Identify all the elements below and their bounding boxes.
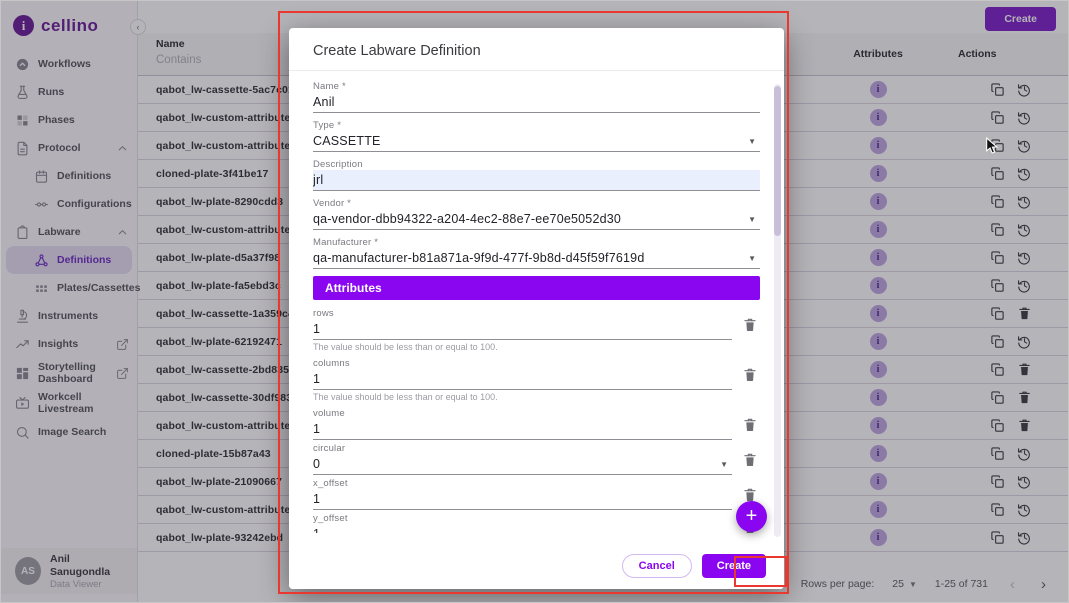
- attribute-value: 1: [313, 371, 730, 387]
- create-labware-definition-dialog: Create Labware Definition Name * Anil Ty…: [289, 28, 784, 589]
- attribute-input[interactable]: 1: [313, 524, 732, 533]
- field-input[interactable]: Anil: [313, 92, 760, 113]
- attribute-value: 0: [313, 456, 720, 472]
- caret-down-icon: ▼: [748, 137, 758, 146]
- field-label: Vendor *: [313, 198, 760, 209]
- attribute-input[interactable]: 1: [313, 489, 732, 510]
- field-input[interactable]: jrl: [313, 170, 760, 191]
- field-label: Manufacturer *: [313, 237, 760, 248]
- validation-helper-text: The value should be less than or equal t…: [313, 342, 732, 352]
- caret-down-icon: ▼: [748, 215, 758, 224]
- attribute-row: volume 1: [313, 408, 760, 440]
- add-attribute-button[interactable]: +: [736, 501, 767, 532]
- attribute-label: rows: [313, 308, 732, 319]
- attribute-label: y_offset: [313, 513, 732, 524]
- field-input[interactable]: qa-vendor-dbb94322-a204-4ec2-88e7-ee70e5…: [313, 209, 760, 230]
- cancel-button[interactable]: Cancel: [622, 554, 692, 578]
- validation-helper-text: The value should be less than or equal t…: [313, 392, 732, 402]
- attribute-label: columns: [313, 358, 732, 369]
- dialog-create-button[interactable]: Create: [702, 554, 766, 578]
- form-field: Name * Anil: [313, 81, 760, 113]
- attribute-row: circular 0 ▼: [313, 443, 760, 475]
- form-field: Type * CASSETTE ▼: [313, 120, 760, 152]
- attribute-input[interactable]: 1: [313, 419, 732, 440]
- field-label: Type *: [313, 120, 760, 131]
- delete-attribute-icon[interactable]: [742, 367, 760, 385]
- attribute-label: circular: [313, 443, 732, 454]
- delete-attribute-icon[interactable]: [742, 452, 760, 470]
- field-input[interactable]: CASSETTE ▼: [313, 131, 760, 152]
- attribute-label: volume: [313, 408, 732, 419]
- attribute-value: 1: [313, 321, 730, 337]
- field-label: Description: [313, 159, 760, 170]
- field-value: qa-manufacturer-b81a871a-9f9d-477f-9b8d-…: [313, 250, 748, 266]
- field-value: Anil: [313, 94, 758, 110]
- caret-down-icon: ▼: [720, 460, 730, 469]
- app-window: i cellino Workflows Runs Phases: [0, 0, 1069, 603]
- field-value: CASSETTE: [313, 133, 748, 149]
- dialog-title: Create Labware Definition: [289, 28, 784, 71]
- field-input[interactable]: qa-manufacturer-b81a871a-9f9d-477f-9b8d-…: [313, 248, 760, 269]
- attribute-value: 1: [313, 421, 730, 437]
- field-value: jrl: [313, 172, 758, 188]
- attribute-value: 1: [313, 491, 730, 507]
- form-field: Vendor * qa-vendor-dbb94322-a204-4ec2-88…: [313, 198, 760, 230]
- caret-down-icon: ▼: [748, 254, 758, 263]
- dialog-body: Name * Anil Type * CASSETTE ▼ Descriptio…: [289, 71, 784, 533]
- attribute-input[interactable]: 1: [313, 319, 732, 340]
- dialog-scrollbar[interactable]: [774, 84, 781, 537]
- field-label: Name *: [313, 81, 760, 92]
- attribute-input[interactable]: 1: [313, 369, 732, 390]
- delete-attribute-icon[interactable]: [742, 417, 760, 435]
- scrollbar-thumb[interactable]: [774, 86, 781, 236]
- attribute-label: x_offset: [313, 478, 732, 489]
- delete-attribute-icon[interactable]: [742, 317, 760, 335]
- attribute-row: columns 1 The value should be less than …: [313, 358, 760, 405]
- attribute-row: rows 1 The value should be less than or …: [313, 308, 760, 355]
- attribute-row: x_offset 1: [313, 478, 760, 510]
- attributes-section-header: Attributes: [313, 276, 760, 300]
- field-value: qa-vendor-dbb94322-a204-4ec2-88e7-ee70e5…: [313, 211, 748, 227]
- attribute-input[interactable]: 0 ▼: [313, 454, 732, 475]
- attribute-value: 1: [313, 526, 730, 533]
- form-field: Manufacturer * qa-manufacturer-b81a871a-…: [313, 237, 760, 269]
- form-field: Description jrl: [313, 159, 760, 191]
- dialog-footer: Cancel Create: [289, 543, 784, 589]
- attribute-row: y_offset 1: [313, 513, 760, 533]
